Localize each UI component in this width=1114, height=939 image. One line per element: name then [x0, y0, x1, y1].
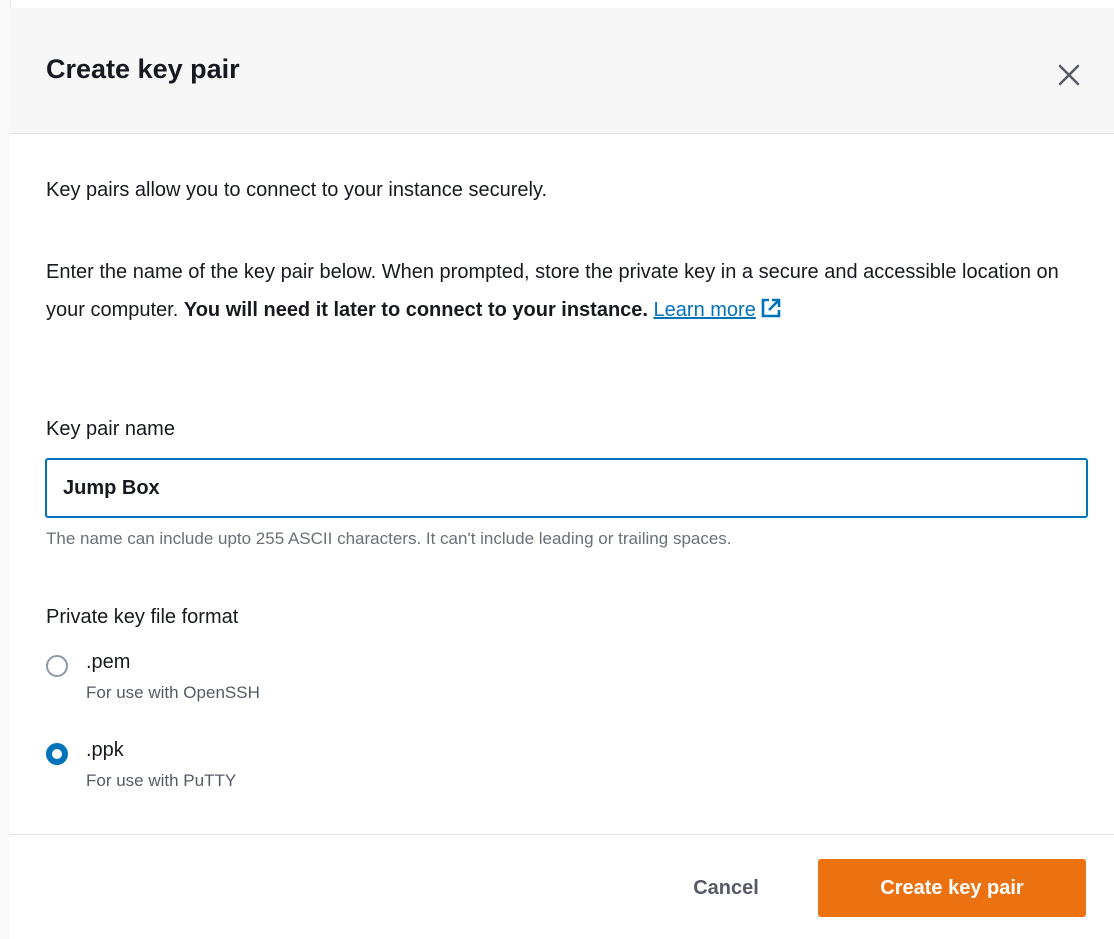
create-key-pair-dialog: Create key pair Key pairs allow you to c… — [10, 8, 1114, 939]
dialog-title: Create key pair — [46, 54, 240, 84]
key-name-input[interactable] — [45, 458, 1088, 518]
ppk-description: For use with PuTTY — [86, 771, 237, 790]
pem-label: .pem — [86, 651, 131, 673]
pem-radio[interactable] — [46, 655, 68, 677]
key-name-label: Key pair name — [46, 418, 175, 440]
key-name-constraint: The name can include upto 255 ASCII char… — [46, 529, 732, 548]
close-icon — [1058, 64, 1080, 86]
cancel-button[interactable]: Cancel — [661, 859, 791, 917]
file-format-label: Private key file format — [46, 606, 239, 628]
dialog-footer: Cancel Create key pair — [10, 834, 1114, 939]
external-link-icon — [761, 298, 781, 318]
learn-more-link[interactable]: Learn more — [653, 298, 782, 321]
create-key-pair-button[interactable]: Create key pair — [818, 859, 1086, 917]
pem-description: For use with OpenSSH — [86, 683, 260, 702]
ppk-radio[interactable] — [46, 743, 68, 765]
learn-more-label: Learn more — [653, 299, 756, 321]
dialog-header: Create key pair — [10, 8, 1114, 134]
close-button[interactable] — [1056, 62, 1082, 88]
ppk-label: .ppk — [86, 739, 124, 761]
instructions-emphasis: You will need it later to connect to you… — [183, 299, 648, 321]
intro-text: Key pairs allow you to connect to your i… — [46, 179, 547, 201]
instructions-text: Enter the name of the key pair below. Wh… — [46, 253, 1086, 329]
